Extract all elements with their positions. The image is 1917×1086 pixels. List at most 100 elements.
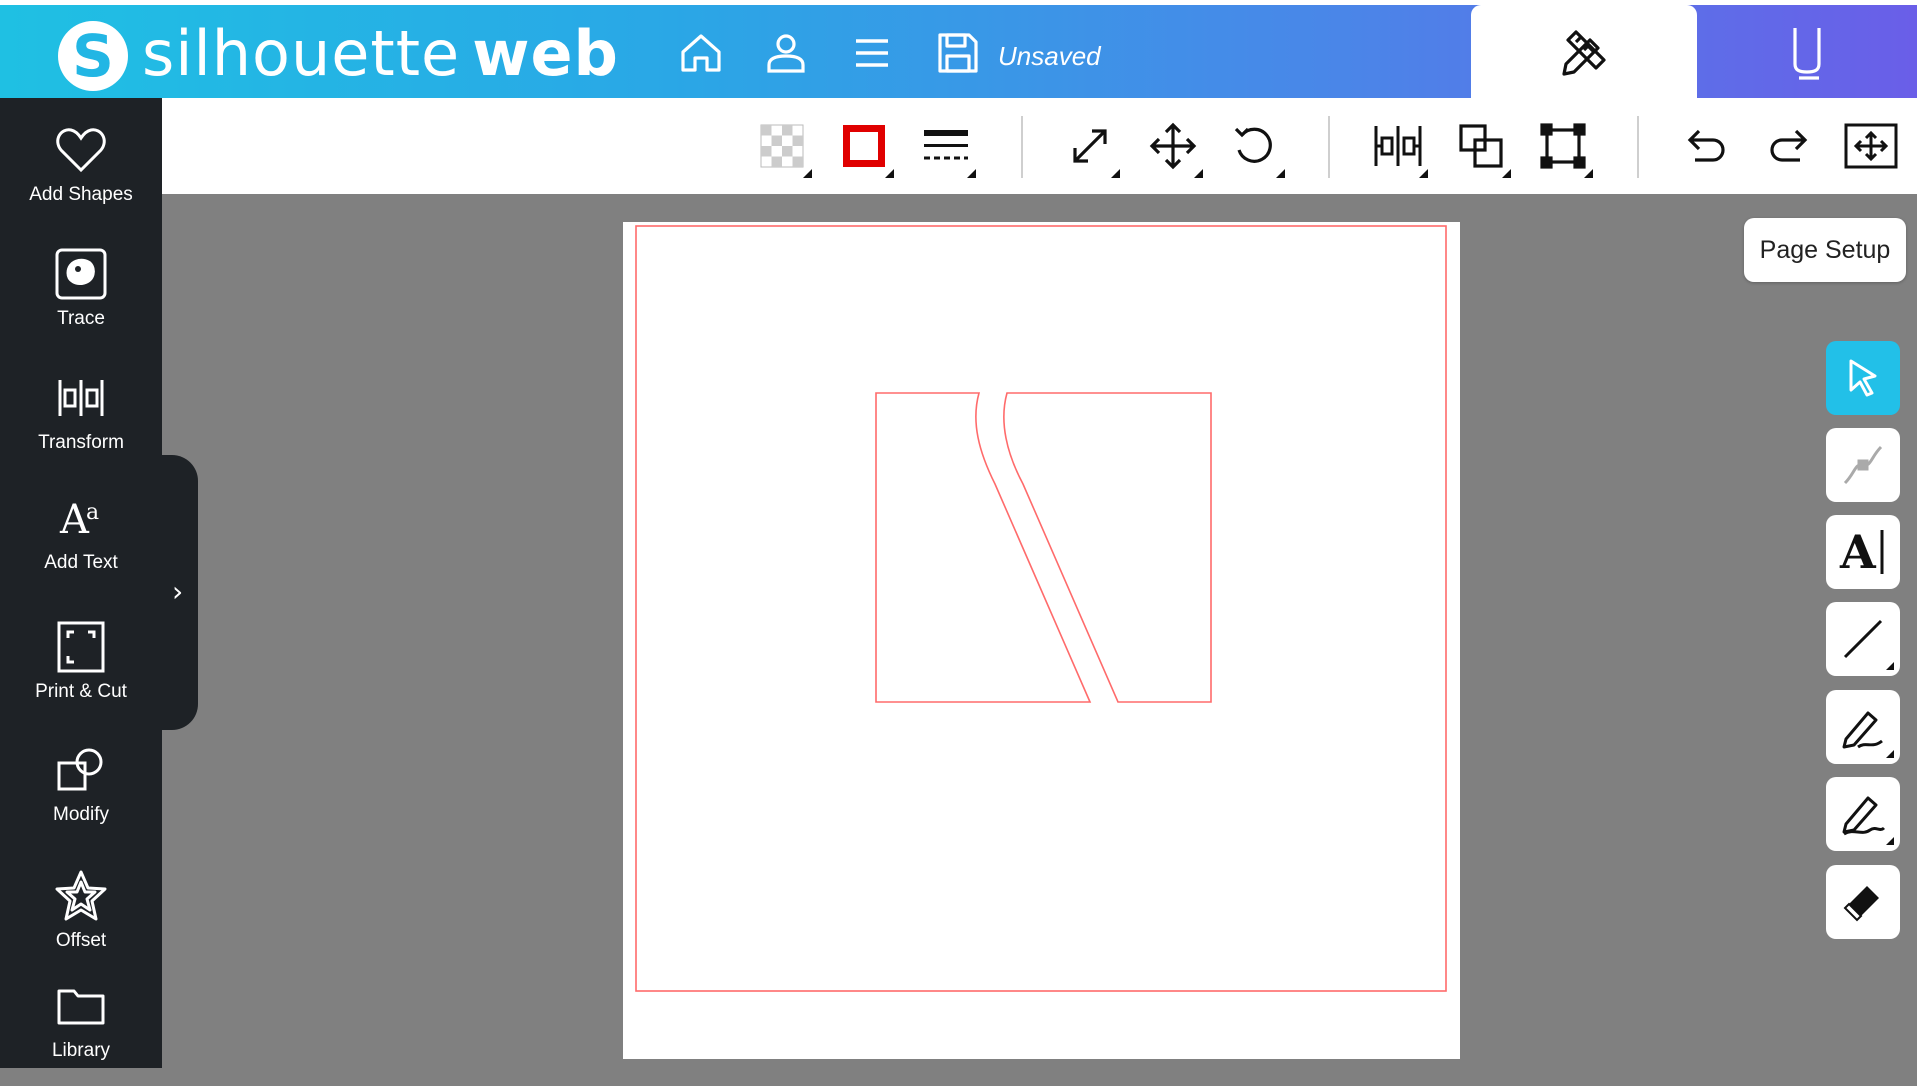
star-icon	[53, 868, 109, 924]
point-edit-tool[interactable]	[1826, 428, 1900, 502]
fill-color-button[interactable]	[754, 118, 812, 178]
sidebar-item-label: Library	[51, 1040, 111, 1061]
sidebar-item-library[interactable]: Library	[0, 968, 162, 1086]
toolbar-divider	[1637, 116, 1639, 178]
eraser-tool[interactable]	[1826, 865, 1900, 939]
move-icon	[1149, 122, 1197, 170]
home-icon[interactable]	[675, 27, 727, 79]
edit-toolbar	[162, 98, 1917, 194]
logo-text-light: silhouette	[142, 17, 461, 90]
fit-icon	[1844, 123, 1898, 169]
dropdown-corner-icon	[885, 169, 894, 178]
dropdown-corner-icon	[967, 169, 976, 178]
print-cut-icon	[53, 619, 109, 675]
draw-tool[interactable]	[1826, 690, 1900, 764]
sidebar-item-modify[interactable]: Modify	[0, 732, 162, 850]
align-button[interactable]	[1370, 118, 1428, 178]
dropdown-corner-icon	[1886, 837, 1894, 845]
toolbar-divider	[1328, 116, 1330, 178]
eraser-icon	[1843, 886, 1879, 922]
sidebar-item-label: Transform	[38, 432, 124, 453]
dropdown-corner-icon	[1886, 750, 1894, 758]
text-icon: Aa	[53, 490, 109, 546]
transform-icon	[53, 370, 109, 426]
sidebar-item-label: Add Shapes	[29, 184, 133, 205]
silhouette-logo-mark: S	[58, 21, 128, 91]
dropdown-corner-icon	[1194, 169, 1203, 178]
save-icon[interactable]	[932, 27, 984, 79]
group-icon	[1540, 123, 1586, 169]
dropdown-corner-icon	[1419, 169, 1428, 178]
line-color-icon	[843, 125, 885, 167]
line-style-icon	[924, 130, 968, 160]
dropdown-corner-icon	[1584, 169, 1593, 178]
page-setup-button[interactable]: Page Setup	[1744, 218, 1906, 282]
silhouette-web-logo: silhouette web	[142, 17, 619, 90]
svg-text:a: a	[86, 500, 99, 525]
arrange-button[interactable]	[1453, 118, 1511, 178]
save-status: Unsaved	[998, 41, 1101, 71]
sidebar-item-label: Print & Cut	[35, 681, 127, 702]
arrange-icon	[1459, 124, 1503, 168]
rotate-button[interactable]	[1227, 118, 1285, 178]
move-button[interactable]	[1145, 118, 1203, 178]
send-tab[interactable]	[1697, 5, 1917, 98]
sidebar-item-trace[interactable]: Trace	[0, 236, 162, 354]
point-edit-icon	[1843, 445, 1883, 485]
freehand-tool[interactable]	[1826, 777, 1900, 851]
undo-button[interactable]	[1678, 118, 1734, 174]
sidebar-item-print-cut[interactable]: Print & Cut	[0, 609, 162, 727]
sidebar-item-label: Trace	[57, 308, 105, 329]
user-icon[interactable]	[760, 27, 812, 79]
blade-icon	[1793, 27, 1821, 80]
pointer-icon	[1849, 359, 1877, 397]
dropdown-corner-icon	[803, 169, 812, 178]
group-button[interactable]	[1535, 118, 1593, 178]
cut-shape-right[interactable]	[1003, 392, 1212, 703]
sidebar-item-add-text[interactable]: Aa Add Text	[0, 480, 162, 598]
redo-icon	[1770, 129, 1808, 162]
sidebar-item-offset[interactable]: Offset	[0, 858, 162, 976]
cut-lines	[635, 225, 1447, 992]
dropdown-corner-icon	[1886, 662, 1894, 670]
design-page[interactable]	[623, 222, 1460, 1059]
toolbar-divider	[1021, 116, 1023, 178]
line-icon	[1843, 619, 1883, 659]
line-tool[interactable]	[1826, 602, 1900, 676]
text-tool-glyph: A	[1839, 526, 1877, 578]
freehand-icon	[1842, 796, 1886, 836]
pencil-ruler-icon	[1562, 29, 1606, 76]
dropdown-corner-icon	[1502, 169, 1511, 178]
sidebar-item-label: Modify	[53, 804, 109, 825]
dropdown-corner-icon	[1111, 169, 1120, 178]
scale-icon	[1073, 129, 1107, 163]
cut-border	[635, 225, 1447, 992]
line-style-button[interactable]	[918, 118, 976, 178]
folder-icon	[53, 978, 109, 1034]
sidebar-item-label: Add Text	[44, 552, 118, 573]
sidebar-item-add-shapes[interactable]: Add Shapes	[0, 112, 162, 230]
text-cursor-icon: A	[1839, 526, 1884, 578]
undo-icon	[1687, 129, 1725, 162]
heart-icon	[53, 122, 109, 178]
text-tool[interactable]: A	[1826, 515, 1900, 589]
fill-transparent-icon	[760, 124, 804, 168]
menu-icon[interactable]	[846, 27, 898, 79]
align-icon	[1374, 126, 1422, 166]
chevron-right-icon: ›	[172, 575, 184, 608]
pen-icon	[1842, 711, 1883, 749]
cut-shape-left[interactable]	[875, 392, 1092, 703]
fit-to-window-button[interactable]	[1843, 118, 1899, 174]
dropdown-corner-icon	[1276, 169, 1285, 178]
select-tool[interactable]	[1826, 341, 1900, 415]
design-tab[interactable]	[1471, 5, 1697, 98]
modify-icon	[53, 742, 109, 798]
rotate-icon	[1234, 127, 1272, 163]
scale-button[interactable]	[1062, 118, 1120, 178]
trace-icon	[53, 246, 109, 302]
line-color-button[interactable]	[836, 118, 894, 178]
sidebar-item-label: Offset	[55, 930, 107, 951]
redo-button[interactable]	[1761, 118, 1817, 174]
logo-text-bold: web	[472, 17, 619, 90]
sidebar-item-transform[interactable]: Transform	[0, 360, 162, 478]
